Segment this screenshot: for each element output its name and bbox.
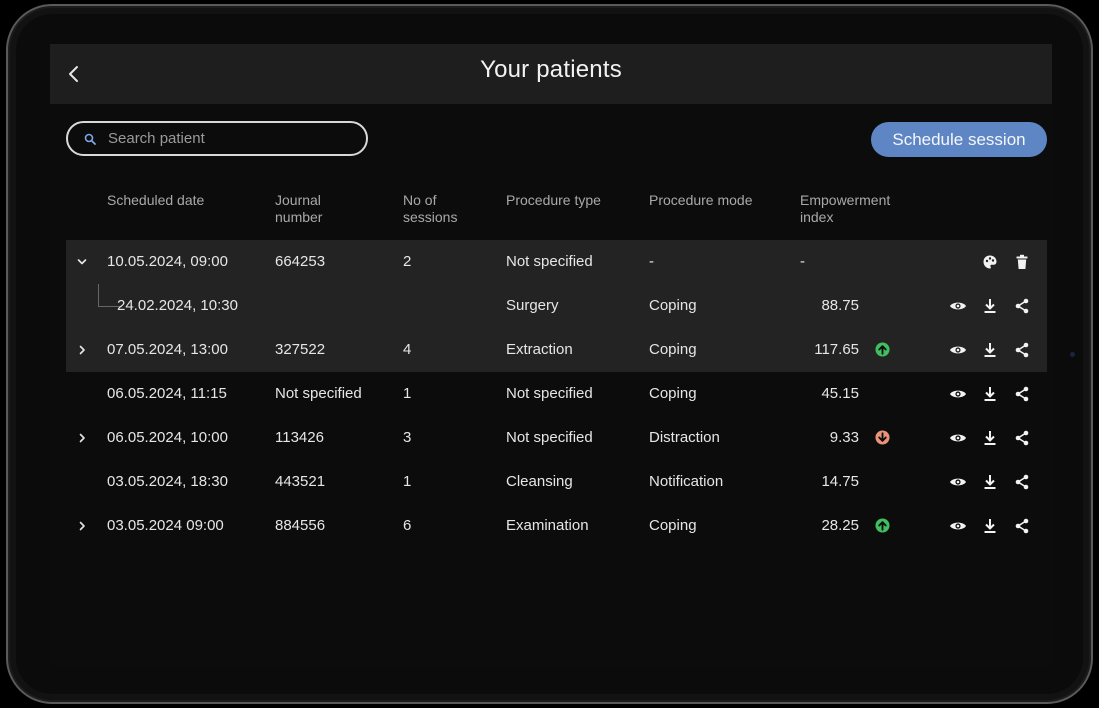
cell-empowerment-index: 88.75 bbox=[821, 297, 859, 314]
arrow-up-circle-icon bbox=[875, 342, 891, 358]
download-icon[interactable] bbox=[981, 297, 999, 315]
cell-procedure-type: Cleansing bbox=[506, 473, 573, 490]
trash-icon[interactable] bbox=[1013, 253, 1031, 271]
cell-sessions: 2 bbox=[403, 253, 412, 270]
table-row[interactable]: 06.05.2024, 10:00 113426 3 Not specified… bbox=[66, 416, 1047, 460]
download-icon[interactable] bbox=[981, 473, 999, 491]
cell-procedure-type: Not specified bbox=[506, 253, 593, 270]
table-row[interactable]: 07.05.2024, 13:00 327522 4 Extraction Co… bbox=[66, 328, 1047, 372]
download-icon[interactable] bbox=[981, 385, 999, 403]
eye-icon[interactable] bbox=[949, 341, 967, 359]
col-no-of-sessions[interactable]: No of sessions bbox=[403, 192, 457, 226]
table-row[interactable]: 03.05.2024 09:00 884556 6 Examination Co… bbox=[66, 504, 1047, 548]
cell-sessions: 4 bbox=[403, 341, 412, 358]
cell-sessions: 1 bbox=[403, 473, 412, 490]
share-icon[interactable] bbox=[1013, 473, 1031, 491]
cell-empowerment-index: 9.33 bbox=[829, 429, 859, 446]
col-empowerment-index[interactable]: Empowerment index bbox=[800, 192, 890, 226]
cell-date: 10.05.2024, 09:00 bbox=[107, 253, 228, 270]
cell-empowerment-index: 28.25 bbox=[821, 517, 859, 534]
cell-journal: 443521 bbox=[275, 473, 326, 490]
table-row-child[interactable]: 24.02.2024, 10:30 Surgery Coping 88.75 bbox=[66, 284, 1047, 328]
cell-date: 06.05.2024, 10:00 bbox=[107, 429, 228, 446]
share-icon[interactable] bbox=[1013, 385, 1031, 403]
cell-date: 24.02.2024, 10:30 bbox=[117, 297, 238, 314]
schedule-session-button[interactable]: Schedule session bbox=[871, 122, 1047, 157]
cell-date: 06.05.2024, 11:15 bbox=[107, 385, 227, 402]
download-icon[interactable] bbox=[981, 429, 999, 447]
cell-sessions: 6 bbox=[403, 517, 412, 534]
cell-empowerment-index: - bbox=[800, 253, 805, 270]
share-icon[interactable] bbox=[1013, 517, 1031, 535]
eye-icon[interactable] bbox=[949, 473, 967, 491]
cell-empowerment-index: 117.65 bbox=[814, 341, 859, 358]
cell-date: 03.05.2024 09:00 bbox=[107, 517, 224, 534]
cell-date: 03.05.2024, 18:30 bbox=[107, 473, 228, 490]
search-icon bbox=[84, 133, 96, 145]
cell-procedure-mode: Coping bbox=[649, 517, 697, 534]
cell-journal: 884556 bbox=[275, 517, 326, 534]
cell-empowerment-index: 45.15 bbox=[821, 385, 859, 402]
page-title: Your patients bbox=[480, 56, 622, 83]
search-input[interactable] bbox=[106, 129, 350, 148]
cell-journal: Not specified bbox=[275, 385, 362, 402]
chevron-right-icon[interactable] bbox=[74, 430, 90, 446]
col-procedure-mode[interactable]: Procedure mode bbox=[649, 192, 753, 209]
cell-procedure-mode: Coping bbox=[649, 297, 697, 314]
cell-sessions: 3 bbox=[403, 429, 412, 446]
cell-procedure-mode: Distraction bbox=[649, 429, 720, 446]
table-row[interactable]: 06.05.2024, 11:15 Not specified 1 Not sp… bbox=[66, 372, 1047, 416]
arrow-down-circle-icon bbox=[875, 430, 891, 446]
cell-journal: 664253 bbox=[275, 253, 326, 270]
cell-procedure-type: Not specified bbox=[506, 385, 593, 402]
table-row[interactable]: 10.05.2024, 09:00 664253 2 Not specified… bbox=[66, 240, 1047, 284]
cell-procedure-mode: Notification bbox=[649, 473, 724, 490]
palette-icon[interactable] bbox=[981, 253, 999, 271]
col-scheduled-date[interactable]: Scheduled date bbox=[107, 192, 204, 209]
cell-empowerment-index: 14.75 bbox=[821, 473, 859, 490]
cell-journal: 113426 bbox=[275, 429, 324, 446]
cell-procedure-mode: Coping bbox=[649, 341, 697, 358]
cell-procedure-type: Extraction bbox=[506, 341, 573, 358]
cell-procedure-type: Examination bbox=[506, 517, 589, 534]
share-icon[interactable] bbox=[1013, 297, 1031, 315]
share-icon[interactable] bbox=[1013, 341, 1031, 359]
table-row[interactable]: 03.05.2024, 18:30 443521 1 Cleansing Not… bbox=[66, 460, 1047, 504]
eye-icon[interactable] bbox=[949, 517, 967, 535]
share-icon[interactable] bbox=[1013, 429, 1031, 447]
cell-procedure-type: Surgery bbox=[506, 297, 559, 314]
eye-icon[interactable] bbox=[949, 385, 967, 403]
cell-procedure-mode: Coping bbox=[649, 385, 697, 402]
col-journal-number[interactable]: Journal number bbox=[275, 192, 322, 226]
chevron-down-icon[interactable] bbox=[74, 254, 90, 270]
header-bar: Your patients bbox=[50, 44, 1052, 104]
cell-sessions: 1 bbox=[403, 385, 412, 402]
camera-dot bbox=[1070, 352, 1075, 357]
eye-icon[interactable] bbox=[949, 429, 967, 447]
chevron-right-icon[interactable] bbox=[74, 518, 90, 534]
search-field[interactable] bbox=[66, 121, 368, 156]
cell-procedure-type: Not specified bbox=[506, 429, 593, 446]
col-procedure-type[interactable]: Procedure type bbox=[506, 192, 601, 209]
chevron-right-icon[interactable] bbox=[74, 342, 90, 358]
download-icon[interactable] bbox=[981, 517, 999, 535]
app-screen: Your patients Schedule session Scheduled… bbox=[50, 44, 1052, 666]
download-icon[interactable] bbox=[981, 341, 999, 359]
cell-journal: 327522 bbox=[275, 341, 326, 358]
arrow-up-circle-icon bbox=[875, 518, 891, 534]
cell-procedure-mode: - bbox=[649, 253, 654, 270]
cell-date: 07.05.2024, 13:00 bbox=[107, 341, 228, 358]
eye-icon[interactable] bbox=[949, 297, 967, 315]
